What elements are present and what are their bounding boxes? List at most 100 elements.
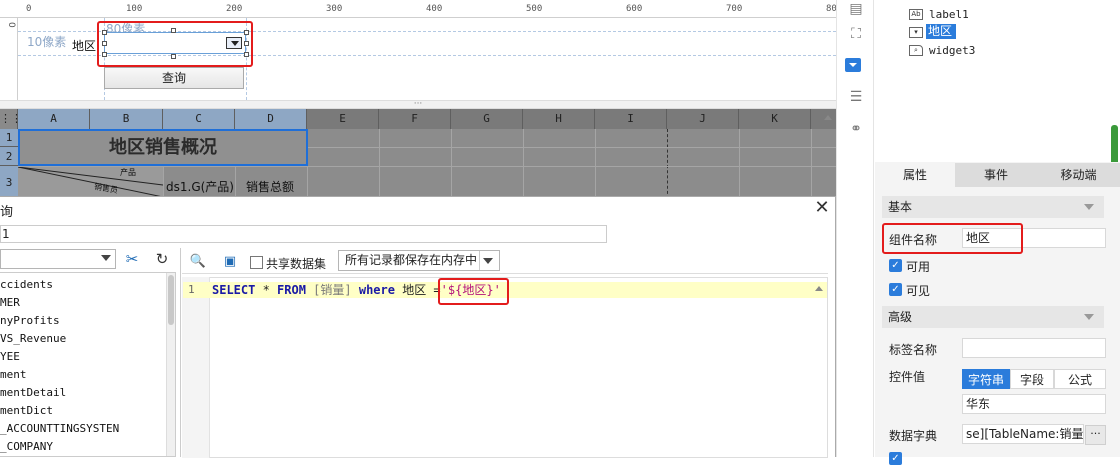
list-item[interactable]: YEE bbox=[0, 350, 20, 363]
tab-events[interactable]: 事件 bbox=[955, 163, 1037, 187]
column-header[interactable]: D bbox=[235, 109, 307, 129]
design-canvas[interactable]: 0 100 200 300 400 500 600 700 80 0 10像素 … bbox=[0, 0, 836, 100]
section-title: 基本 bbox=[888, 200, 913, 214]
column-header[interactable]: C bbox=[163, 109, 235, 129]
visible-checkbox[interactable]: ✓ bbox=[889, 283, 902, 296]
control-value-label: 控件值 bbox=[889, 370, 926, 384]
diagonal-lines bbox=[18, 167, 163, 198]
section-title: 高级 bbox=[888, 310, 913, 324]
cell-d3[interactable]: 销售总额 bbox=[246, 178, 294, 195]
list-item[interactable]: ment bbox=[0, 368, 27, 381]
cell-c3[interactable]: ds1.G(产品) bbox=[166, 178, 234, 195]
list-item[interactable]: _ACCOUNTTINGSYSTEN bbox=[0, 422, 119, 435]
tools-icon[interactable]: ✂ bbox=[122, 249, 142, 269]
tab-mobile[interactable]: 移动端 bbox=[1037, 163, 1120, 187]
list-widget-icon[interactable]: ☰ bbox=[847, 88, 865, 106]
combobox-widget-icon[interactable] bbox=[845, 58, 861, 72]
list-item[interactable]: mentDetail bbox=[0, 386, 66, 399]
canvas-splitter[interactable]: ··· bbox=[0, 100, 836, 109]
line-number: 1 bbox=[188, 283, 195, 296]
value-type-formula[interactable]: 公式 bbox=[1054, 369, 1106, 389]
frame-widget-icon[interactable]: ⛶ bbox=[847, 25, 865, 43]
column-header[interactable]: J bbox=[667, 109, 739, 129]
tag-name-input[interactable] bbox=[962, 338, 1106, 358]
vertical-ruler: 0 bbox=[0, 18, 18, 100]
table-list-scrollbar[interactable] bbox=[166, 273, 175, 456]
label-widget-icon[interactable]: ▤ bbox=[847, 0, 865, 18]
chevron-up-icon[interactable] bbox=[823, 112, 833, 122]
control-value-input[interactable]: 华东 bbox=[962, 394, 1106, 414]
row-header[interactable]: 3 bbox=[0, 166, 18, 199]
tree-item-region[interactable]: 地区 bbox=[926, 24, 956, 39]
row-header[interactable]: 1 bbox=[0, 129, 18, 147]
ruler-number: 700 bbox=[726, 4, 743, 14]
list-item[interactable]: MER bbox=[0, 296, 20, 309]
tree-item-label1[interactable]: label1 bbox=[929, 8, 969, 21]
share-dataset-checkbox[interactable] bbox=[250, 256, 263, 269]
ruler-number: 0 bbox=[26, 4, 32, 14]
select-all-corner[interactable]: ⋮⋮ bbox=[0, 109, 22, 129]
section-basic[interactable]: 基本 bbox=[882, 196, 1104, 218]
more-icon[interactable]: ··· bbox=[1085, 425, 1106, 445]
sql-keyword: where bbox=[358, 283, 395, 297]
data-dictionary-input[interactable]: se][TableName:销量] bbox=[962, 424, 1084, 444]
column-header[interactable]: G bbox=[451, 109, 523, 129]
chevron-down-icon bbox=[101, 255, 111, 261]
sql-scrollbar[interactable] bbox=[812, 282, 826, 457]
extra-checkbox[interactable]: ✓ bbox=[889, 452, 902, 465]
sql-star: * bbox=[255, 283, 278, 297]
tag-name-label: 标签名称 bbox=[889, 343, 938, 357]
page-break-line bbox=[667, 129, 668, 199]
parameter-icon[interactable]: ▣ bbox=[220, 252, 240, 272]
chevron-down-icon bbox=[483, 258, 493, 264]
column-header[interactable]: B bbox=[90, 109, 163, 129]
list-item[interactable]: _COMPANY bbox=[0, 440, 53, 453]
row-header[interactable]: 2 bbox=[0, 147, 18, 166]
list-item[interactable]: nyProfits bbox=[0, 314, 60, 327]
sql-keyword: SELECT bbox=[212, 283, 256, 297]
list-item[interactable]: VS_Revenue bbox=[0, 332, 66, 345]
column-header[interactable]: F bbox=[379, 109, 451, 129]
visible-label: 可见 bbox=[906, 284, 931, 298]
close-icon[interactable]: ✕ bbox=[812, 199, 832, 219]
column-header[interactable]: H bbox=[523, 109, 595, 129]
region-label[interactable]: 地区 bbox=[72, 37, 96, 54]
preview-icon[interactable]: 🔍 bbox=[188, 252, 208, 272]
list-item[interactable]: mentDict bbox=[0, 404, 53, 417]
list-item[interactable]: ccidents bbox=[0, 278, 53, 291]
slash-header-cell[interactable]: 产品 销售员 bbox=[18, 167, 163, 199]
report-sheet[interactable]: ⋮⋮ A B C D E F G H I J K 1 2 3 地区销售概况 产品… bbox=[0, 109, 836, 199]
enabled-checkbox[interactable]: ✓ bbox=[889, 259, 902, 272]
memory-mode-select[interactable]: 所有记录都保存在内存中 bbox=[338, 250, 500, 271]
report-title-cell[interactable]: 地区销售概况 bbox=[18, 129, 308, 166]
widget-tree bbox=[875, 0, 1120, 160]
tree-item-widget3[interactable]: widget3 bbox=[929, 44, 975, 57]
dataset-name-input[interactable]: 1 bbox=[0, 225, 607, 243]
column-header[interactable]: E bbox=[307, 109, 379, 129]
grid-line bbox=[451, 129, 452, 199]
sql-condition: 地区 = bbox=[394, 283, 441, 297]
value-type-field[interactable]: 字段 bbox=[1010, 369, 1054, 389]
query-button[interactable]: 查询 bbox=[104, 67, 244, 89]
panel-divider[interactable] bbox=[180, 248, 181, 457]
sql-table: [销量] bbox=[305, 283, 359, 297]
measure-left: 10像素 bbox=[27, 35, 67, 49]
ruler-number: 200 bbox=[226, 4, 243, 14]
link-icon[interactable]: ⚭ bbox=[847, 120, 865, 138]
tab-properties[interactable]: 属性 bbox=[875, 163, 955, 187]
column-header[interactable]: A bbox=[18, 109, 90, 129]
refresh-icon[interactable]: ↻ bbox=[152, 249, 172, 269]
grid-line bbox=[379, 129, 380, 199]
column-header-bar: ⋮⋮ A B C D E F G H I J K bbox=[0, 109, 836, 129]
slash-cell-top-text: 产品 bbox=[120, 168, 136, 177]
dialog-title: 询 bbox=[0, 205, 14, 220]
table-list[interactable]: ccidents MER nyProfits VS_Revenue YEE me… bbox=[0, 272, 176, 457]
column-header[interactable]: K bbox=[739, 109, 811, 129]
enabled-label: 可用 bbox=[906, 260, 931, 274]
ruler-number: 100 bbox=[126, 4, 143, 14]
value-type-string[interactable]: 字符串 bbox=[962, 369, 1010, 389]
connection-select[interactable] bbox=[0, 249, 116, 269]
section-advanced[interactable]: 高级 bbox=[882, 306, 1104, 328]
share-dataset-label: 共享数据集 bbox=[266, 257, 327, 271]
column-header[interactable]: I bbox=[595, 109, 667, 129]
